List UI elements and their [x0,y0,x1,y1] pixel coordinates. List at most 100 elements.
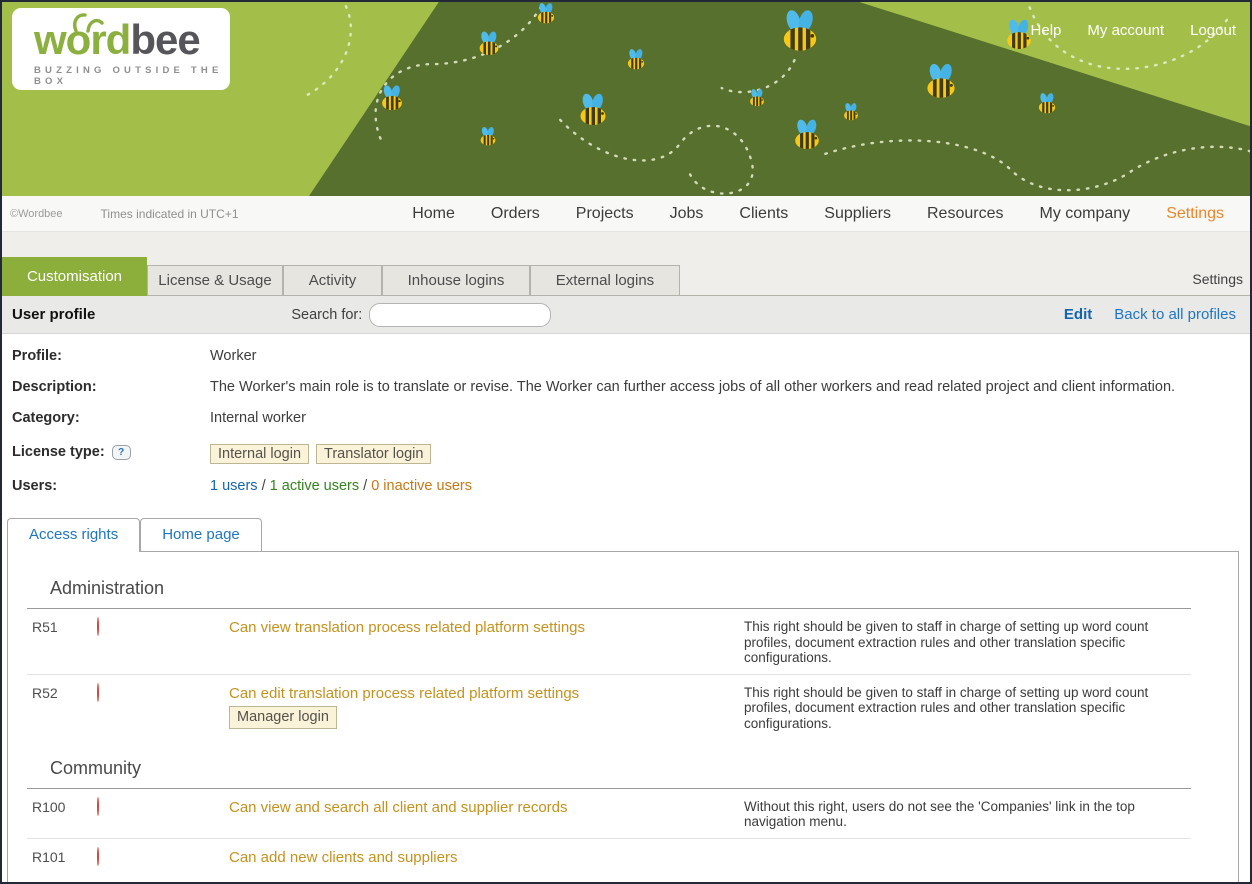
access-right-row-r51: R51 Can view translation process related… [8,609,1238,675]
nav-item-jobs[interactable]: Jobs [670,205,704,223]
right-code: R101 [32,848,97,877]
status-denied-icon [97,797,99,816]
users-label: Users: [12,475,210,494]
bee-icon [474,30,504,56]
description-row: Description: The Worker's main role is t… [2,376,1250,407]
tab-license-usage[interactable]: License & Usage [147,265,283,295]
page-title: User profile [12,306,95,323]
bee-icon [746,88,768,107]
right-label-link[interactable]: Can add new clients and suppliers [229,848,744,877]
bee-icon [533,2,559,24]
access-right-row-r100: R100 Can view and search all client and … [8,789,1238,839]
breadcrumb: Settings [1192,271,1243,287]
separator: / [363,478,367,494]
access-rights-panel: Administration R51 Can view translation … [7,551,1239,882]
description-value: The Worker's main role is to translate o… [210,376,1250,395]
access-right-row-r101: R101 Can add new clients and suppliers [8,839,1238,883]
license-badges: Internal login Translator login [210,441,1250,464]
search-input[interactable] [369,303,551,327]
right-description: Without this right, users do not see the… [744,798,1193,830]
status-denied-icon [97,847,99,866]
category-value: Internal worker [210,407,1250,426]
my-account-link[interactable]: My account [1087,22,1164,39]
profile-row: Profile: Worker [2,345,1250,376]
section-title-administration: Administration [50,578,1191,599]
right-code: R51 [32,618,97,666]
right-label-link[interactable]: Can view translation process related pla… [229,618,744,666]
nav-item-resources[interactable]: Resources [927,205,1003,223]
help-link[interactable]: Help [1031,22,1062,39]
logo-antennae-icon [70,11,104,33]
right-description: This right should be given to staff in c… [744,684,1193,737]
nav-item-my-company[interactable]: My company [1039,205,1130,223]
account-links: Help My account Logout [1031,22,1236,39]
copyright-text: ©Wordbee [10,208,63,220]
section-title-community: Community [50,758,1191,779]
status-denied-icon [97,683,99,702]
nav-item-home[interactable]: Home [412,205,455,223]
tab-external-logins[interactable]: External logins [530,265,680,295]
users-row: Users: 1 users / 1 active users / 0 inac… [2,475,1250,506]
bee-icon [1034,92,1060,114]
right-status [97,798,229,830]
category-row: Category: Internal worker [2,407,1250,441]
profile-details: Profile: Worker Description: The Worker'… [2,334,1250,517]
tab-inhouse-logins[interactable]: Inhouse logins [382,265,530,295]
top-navigation-bar: ©Wordbee Times indicated in UTC+1 Home O… [2,196,1250,232]
right-status [97,684,229,737]
tab-customisation[interactable]: Customisation [2,257,147,296]
timezone-note: Times indicated in UTC+1 [101,207,239,221]
profile-sub-tabs: Access rights Home page [2,517,1250,551]
right-code: R52 [32,684,97,737]
profile-value: Worker [210,345,1250,364]
tab-access-rights[interactable]: Access rights [7,518,140,552]
users-active-link[interactable]: 1 active users [270,478,359,494]
bee-icon [788,118,826,150]
access-right-row-r52: R52 Can edit translation process related… [8,675,1238,746]
bee-icon [919,62,963,99]
users-inactive-link[interactable]: 0 inactive users [371,478,472,494]
nav-item-projects[interactable]: Projects [576,205,634,223]
right-description: This right should be given to staff in c… [744,618,1193,666]
users-counts: 1 users / 1 active users / 0 inactive us… [210,475,1250,494]
license-badge: Translator login [316,444,431,464]
back-to-all-profiles-link[interactable]: Back to all profiles [1114,306,1236,323]
logo-text-bee: bee [130,16,199,63]
toolbar-actions: Edit Back to all profiles [1064,306,1250,323]
bee-icon [573,92,613,126]
tab-activity[interactable]: Activity [283,265,382,295]
tab-home-page[interactable]: Home page [140,518,262,551]
wordbee-settings-page: wordbee BUZZING OUTSIDE THE BOX Help My … [0,0,1252,884]
bee-icon [774,8,826,52]
right-status [97,618,229,666]
users-total-link[interactable]: 1 users [210,478,258,494]
license-badge: Internal login [210,444,309,464]
user-profile-toolbar: User profile Search for: Edit Back to al… [2,296,1250,334]
manager-login-badge: Manager login [229,706,337,729]
right-label-link[interactable]: Can edit translation process related pla… [229,684,744,737]
help-icon[interactable]: ? [112,445,131,460]
wordbee-logo: wordbee BUZZING OUTSIDE THE BOX [12,8,230,90]
right-label-link[interactable]: Can view and search all client and suppl… [229,798,744,830]
status-denied-icon [97,617,99,636]
bee-icon [840,102,862,121]
main-menu: Home Orders Projects Jobs Clients Suppli… [412,205,1224,223]
separator: / [262,478,266,494]
profile-label: Profile: [12,345,210,364]
bee-icon [623,48,649,70]
nav-item-suppliers[interactable]: Suppliers [824,205,891,223]
right-description [744,848,1193,877]
edit-button[interactable]: Edit [1064,306,1092,323]
nav-item-clients[interactable]: Clients [739,205,788,223]
logout-link[interactable]: Logout [1190,22,1236,39]
search-label: Search for: [291,307,362,323]
nav-item-orders[interactable]: Orders [491,205,540,223]
category-label: Category: [12,407,210,426]
header-banner: wordbee BUZZING OUTSIDE THE BOX Help My … [2,2,1250,196]
bee-icon [376,84,408,111]
license-type-label: License type:? [12,441,210,460]
nav-item-settings[interactable]: Settings [1166,205,1224,223]
description-label: Description: [12,376,210,395]
right-code: R100 [32,798,97,830]
right-status [97,848,229,877]
